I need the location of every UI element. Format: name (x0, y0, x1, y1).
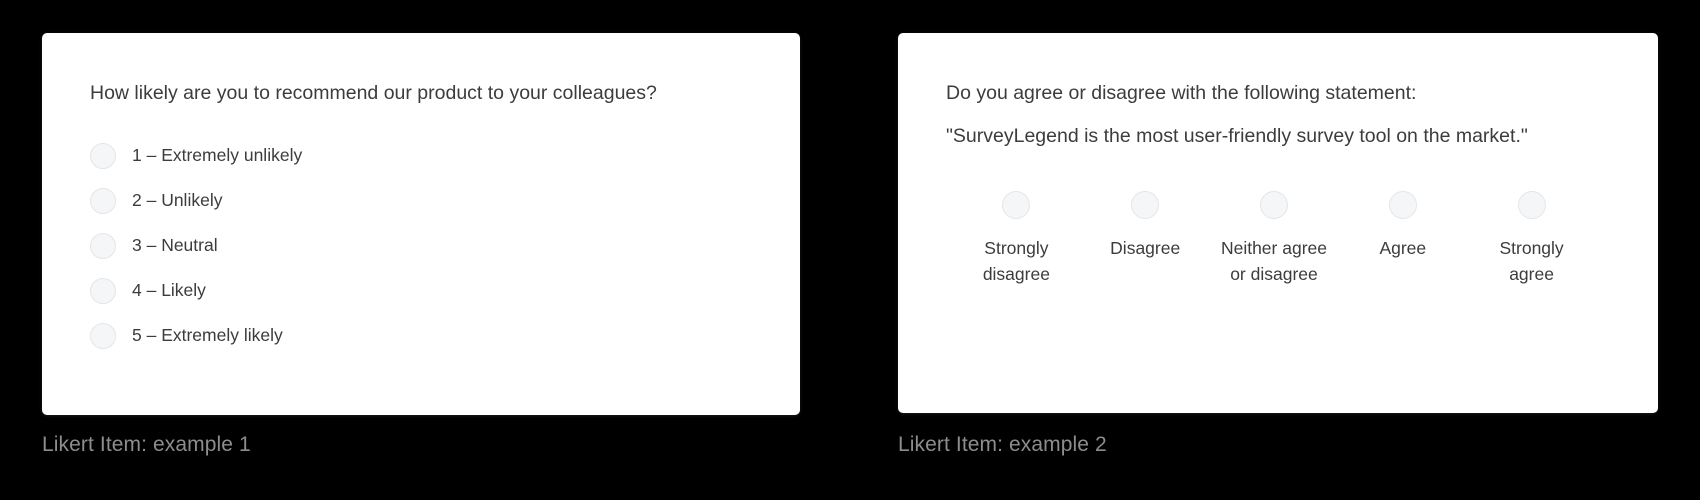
likert-option-label: 4 – Likely (132, 280, 206, 301)
likert-card-1: How likely are you to recommend our prod… (42, 33, 800, 415)
radio-button-icon[interactable] (90, 187, 116, 214)
likert-option-label: 1 – Extremely unlikely (132, 145, 303, 166)
likert-scale-label: Neither agree or disagree (1220, 237, 1327, 284)
radio-button-icon[interactable] (1259, 190, 1288, 219)
card-2-question: Do you agree or disagree with the follow… (946, 81, 1614, 149)
likert-scale-point-3[interactable]: Neither agree or disagree (1210, 190, 1339, 287)
card-1-option-list: 1 – Extremely unlikely 2 – Unlikely 3 – … (90, 142, 800, 350)
radio-button-icon[interactable] (90, 322, 116, 349)
card-2-question-line-2: "SurveyLegend is the most user-friendly … (946, 124, 1528, 147)
likert-option-label: 2 – Unlikely (132, 190, 223, 211)
likert-option-1[interactable]: 1 – Extremely unlikely (90, 142, 800, 170)
radio-button-icon[interactable] (90, 277, 116, 304)
card-2-body: Do you agree or disagree with the follow… (898, 33, 1658, 287)
radio-button-icon[interactable] (1388, 190, 1417, 219)
card-1-question-line-1: How likely are you to recommend our prod… (90, 82, 657, 104)
likert-scale-point-1[interactable]: Strongly disagree (952, 190, 1081, 287)
radio-button-icon[interactable] (90, 142, 116, 169)
page-root: How likely are you to recommend our prod… (0, 0, 1700, 500)
radio-button-icon[interactable] (1517, 190, 1546, 219)
likert-option-5[interactable]: 5 – Extremely likely (90, 322, 800, 350)
radio-button-icon[interactable] (1002, 190, 1031, 219)
likert-option-3[interactable]: 3 – Neutral (90, 232, 800, 260)
radio-button-icon[interactable] (90, 232, 116, 259)
card-2-caption: Likert Item: example 2 (898, 433, 1107, 456)
likert-scale-label: Agree (1379, 237, 1427, 258)
card-1-body: How likely are you to recommend our prod… (42, 33, 800, 350)
likert-option-4[interactable]: 4 – Likely (90, 277, 800, 305)
card-1-caption: Likert Item: example 1 (42, 433, 251, 456)
likert-scale-label: Strongly disagree (982, 237, 1050, 284)
likert-scale-point-5[interactable]: Strongly agree (1467, 190, 1596, 287)
likert-scale-point-2[interactable]: Disagree (1081, 190, 1210, 287)
likert-scale-label: Strongly agree (1499, 237, 1564, 284)
likert-card-2: Do you agree or disagree with the follow… (898, 33, 1658, 413)
likert-scale-label: Disagree (1110, 237, 1181, 258)
card-2-question-line-1: Do you agree or disagree with the follow… (946, 82, 1417, 104)
likert-option-label: 3 – Neutral (132, 235, 218, 256)
radio-button-icon[interactable] (1131, 190, 1160, 219)
card-2-scale: Strongly disagree Disagree Neither agree… (946, 190, 1614, 287)
likert-option-2[interactable]: 2 – Unlikely (90, 187, 800, 215)
card-1-question: How likely are you to recommend our prod… (90, 81, 800, 106)
likert-option-label: 5 – Extremely likely (132, 325, 283, 346)
likert-scale-point-4[interactable]: Agree (1338, 190, 1467, 287)
